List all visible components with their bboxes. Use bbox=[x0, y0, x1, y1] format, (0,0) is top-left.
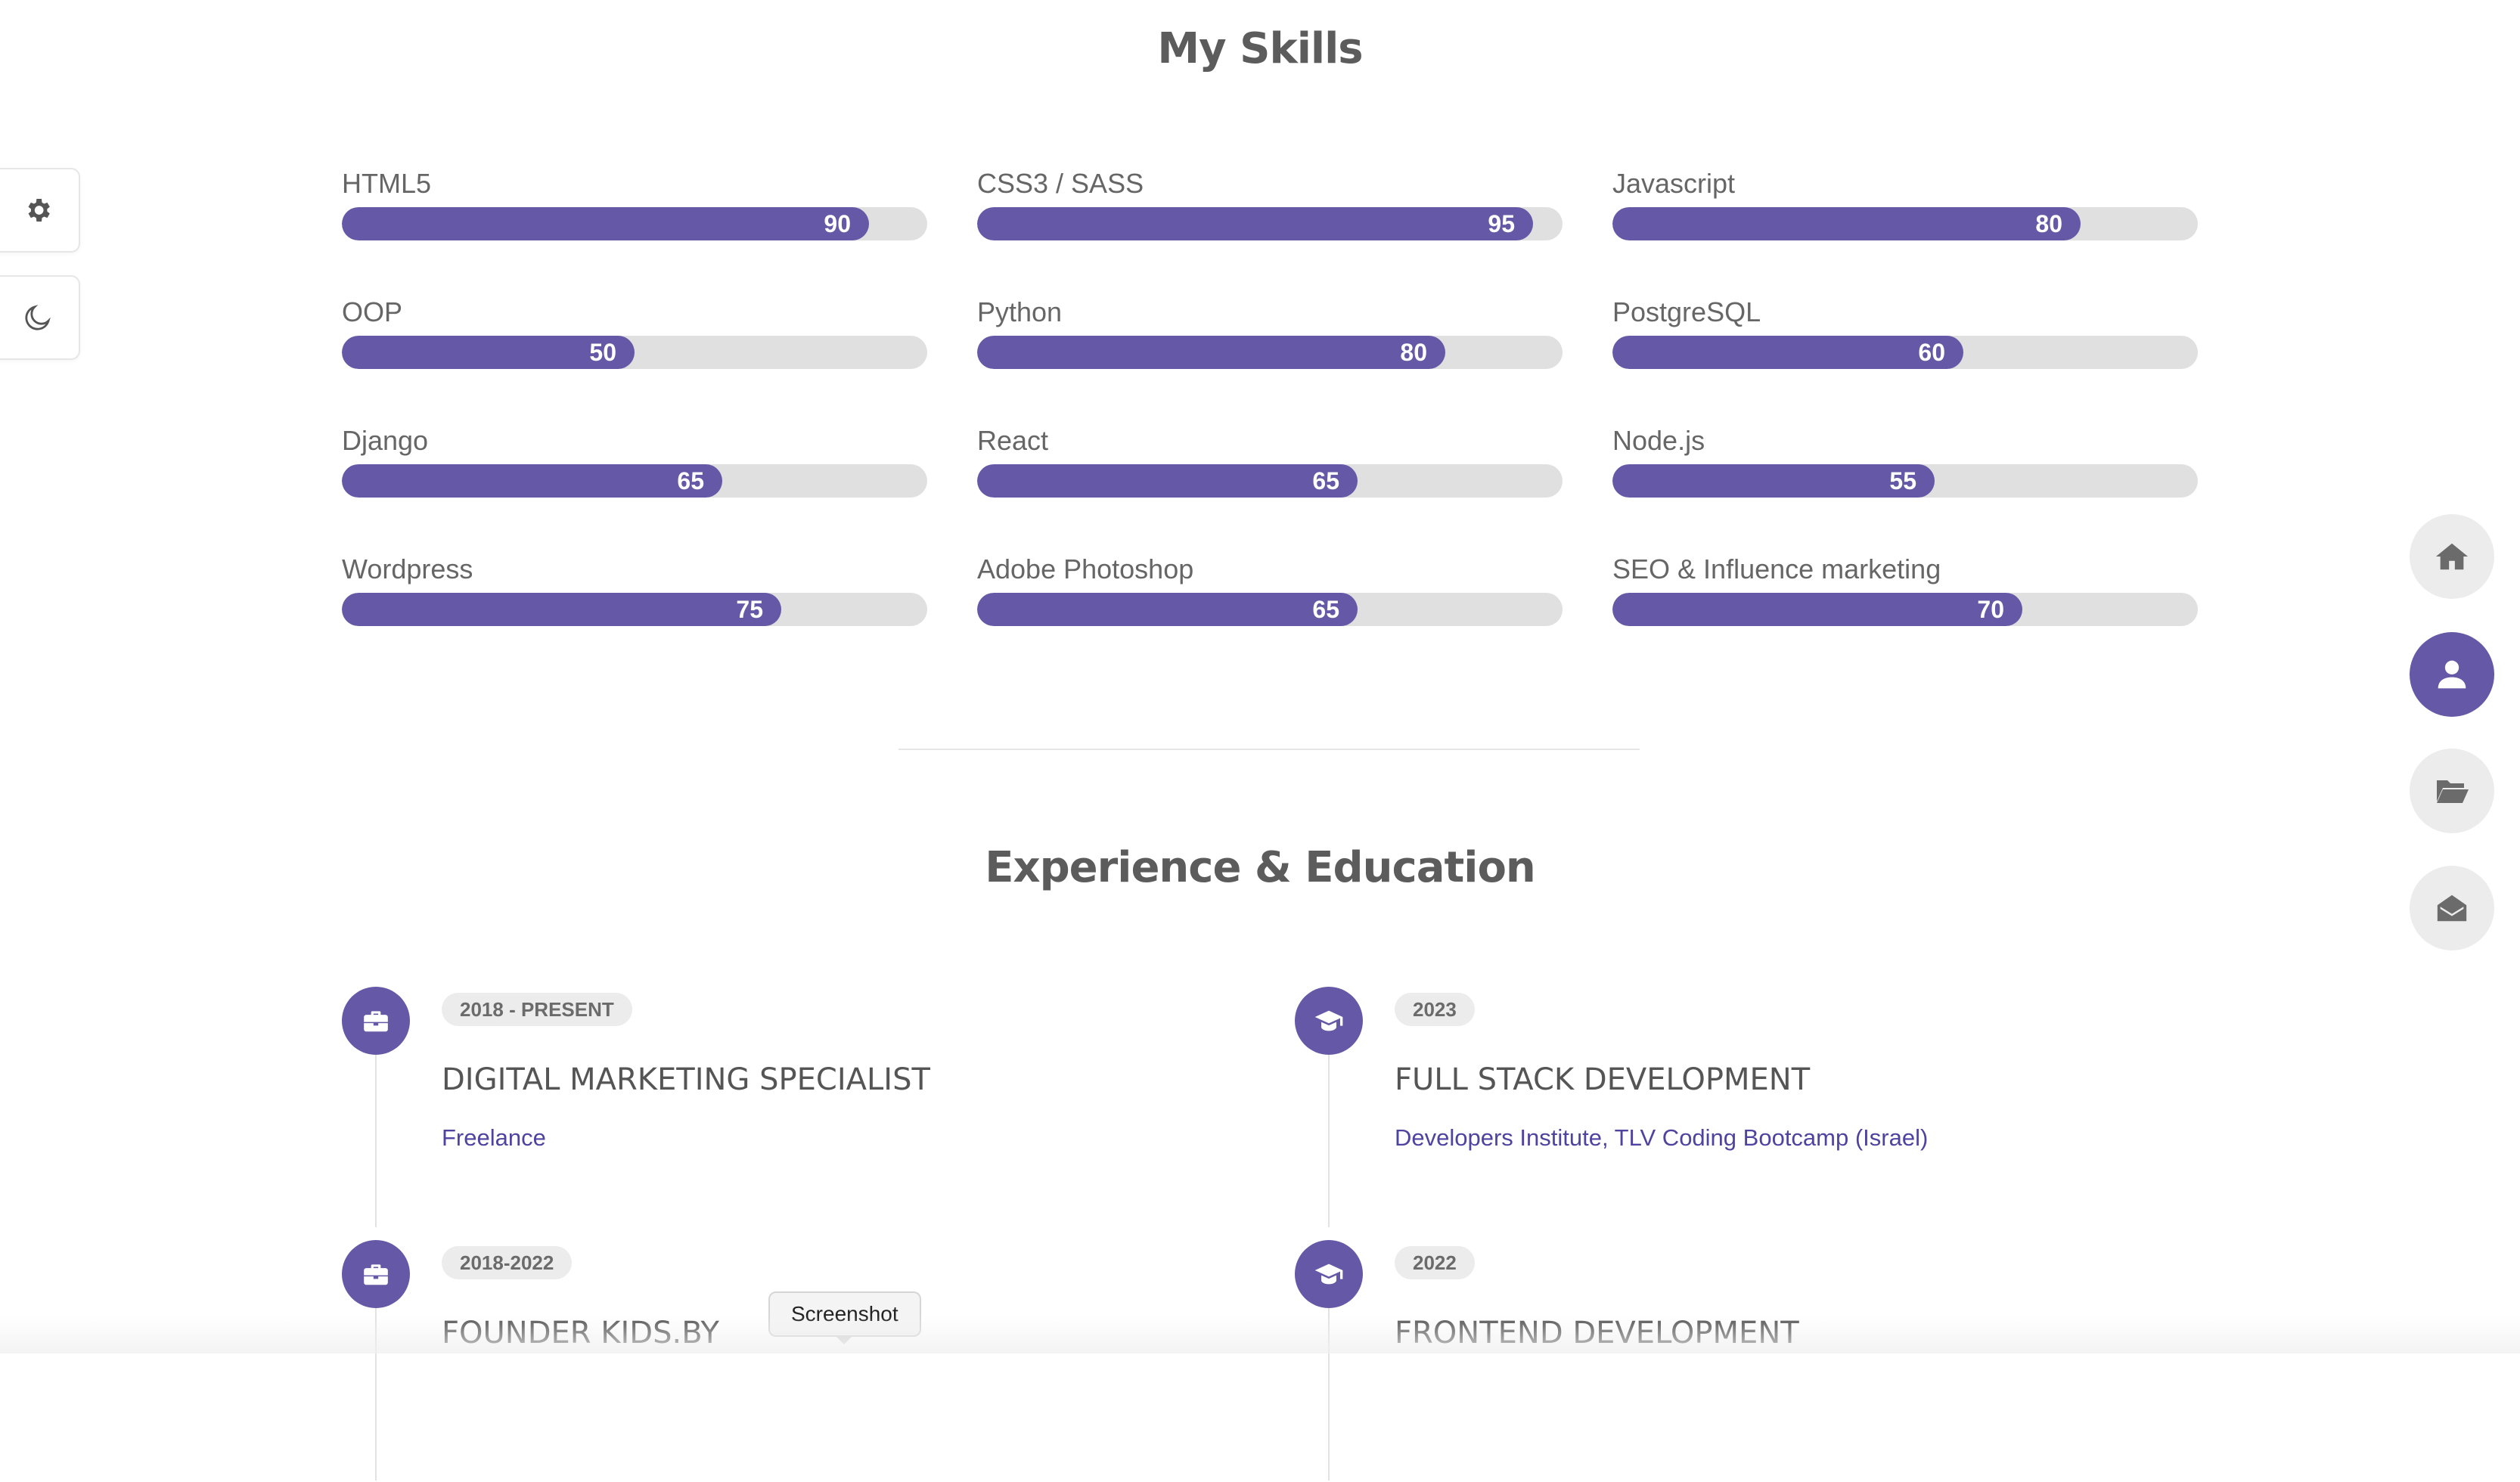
home-icon bbox=[2435, 543, 2469, 570]
skill-progress-track: 65 bbox=[977, 593, 1563, 626]
timeline-period-badge: 2018 - PRESENT bbox=[442, 993, 632, 1026]
skill-name: React bbox=[977, 425, 1049, 456]
skill-progress-fill bbox=[342, 207, 869, 240]
skill-item: PostgreSQL 60 bbox=[1612, 296, 2198, 387]
skill-progress-track: 80 bbox=[1612, 207, 2198, 240]
skill-item: OOP 50 bbox=[342, 296, 927, 387]
skill-item: Wordpress 75 bbox=[342, 553, 927, 644]
skill-progress-fill bbox=[342, 593, 781, 626]
skill-progress-track: 55 bbox=[1612, 464, 2198, 498]
nav-about-button[interactable] bbox=[2410, 632, 2494, 717]
skill-percentage: 80 bbox=[2035, 210, 2062, 237]
skill-progress-fill bbox=[1612, 464, 1935, 498]
skill-name: Django bbox=[342, 425, 429, 456]
settings-button[interactable] bbox=[0, 168, 80, 253]
graduation-cap-icon bbox=[1295, 987, 1363, 1055]
skill-percentage: 80 bbox=[1400, 339, 1427, 366]
graduation-cap-icon bbox=[1295, 1240, 1363, 1308]
timeline-period-badge: 2022 bbox=[1395, 1246, 1475, 1279]
skill-name: SEO & Influence marketing bbox=[1612, 553, 1941, 584]
skill-item: Adobe Photoshop 65 bbox=[977, 553, 1563, 644]
skill-name: Javascript bbox=[1612, 168, 1736, 199]
skill-name: Python bbox=[977, 296, 1063, 327]
skill-name: Adobe Photoshop bbox=[977, 553, 1194, 584]
skill-item: SEO & Influence marketing 70 bbox=[1612, 553, 2198, 644]
timeline-title: DIGITAL MARKETING SPECIALIST bbox=[442, 1062, 930, 1097]
section-divider bbox=[898, 749, 1640, 750]
timeline-period-badge: 2018-2022 bbox=[442, 1246, 573, 1279]
skill-name: OOP bbox=[342, 296, 403, 327]
skill-name: Wordpress bbox=[342, 553, 473, 584]
skill-progress-track: 70 bbox=[1612, 593, 2198, 626]
skills-section-title: My Skills bbox=[1157, 24, 1363, 73]
skill-percentage: 65 bbox=[677, 467, 704, 495]
skill-progress-track: 65 bbox=[342, 464, 927, 498]
nav-portfolio-button[interactable] bbox=[2410, 749, 2494, 833]
skill-percentage: 70 bbox=[1977, 596, 2004, 623]
folder-open-icon bbox=[2437, 780, 2469, 803]
bottom-fade bbox=[0, 1316, 2520, 1353]
skill-progress-track: 75 bbox=[342, 593, 927, 626]
skill-item: Django 65 bbox=[342, 425, 927, 516]
skill-percentage: 50 bbox=[589, 339, 616, 366]
timeline-period-badge: 2023 bbox=[1395, 993, 1475, 1026]
skill-item: Node.js 55 bbox=[1612, 425, 2198, 516]
skill-progress-fill bbox=[977, 593, 1358, 626]
timeline-line bbox=[1328, 1053, 1330, 1227]
skill-progress-fill bbox=[1612, 207, 2081, 240]
user-icon bbox=[2438, 660, 2466, 689]
timeline-line bbox=[375, 1053, 377, 1227]
timeline-item: 2018 - PRESENT DIGITAL MARKETING SPECIALI… bbox=[342, 987, 1212, 1229]
skill-name: CSS3 / SASS bbox=[977, 168, 1144, 199]
nav-home-button[interactable] bbox=[2410, 514, 2494, 599]
envelope-open-icon bbox=[2437, 894, 2467, 922]
skill-progress-fill bbox=[1612, 593, 2022, 626]
theme-toggle-button[interactable] bbox=[0, 275, 80, 360]
skill-progress-track: 80 bbox=[977, 336, 1563, 369]
skill-progress-track: 95 bbox=[977, 207, 1563, 240]
skill-progress-fill bbox=[977, 336, 1445, 369]
skill-progress-track: 50 bbox=[342, 336, 927, 369]
timeline-organization: Freelance bbox=[442, 1124, 546, 1151]
skill-progress-fill bbox=[342, 464, 722, 498]
skill-name: Node.js bbox=[1612, 425, 1705, 456]
skill-percentage: 95 bbox=[1488, 210, 1515, 237]
skill-progress-track: 60 bbox=[1612, 336, 2198, 369]
briefcase-icon bbox=[342, 1240, 410, 1308]
skill-progress-fill bbox=[1612, 336, 1963, 369]
experience-section-title: Experience & Education bbox=[985, 843, 1536, 892]
skill-item: CSS3 / SASS 95 bbox=[977, 168, 1563, 259]
skill-percentage: 65 bbox=[1312, 467, 1339, 495]
briefcase-icon bbox=[342, 987, 410, 1055]
moon-icon bbox=[25, 305, 51, 330]
timeline-organization: Developers Institute, TLV Coding Bootcam… bbox=[1395, 1124, 1929, 1151]
skill-name: PostgreSQL bbox=[1612, 296, 1761, 327]
skill-percentage: 65 bbox=[1312, 596, 1339, 623]
skill-item: React 65 bbox=[977, 425, 1563, 516]
timeline-item: 2023 FULL STACK DEVELOPMENT Developers Ins… bbox=[1295, 987, 2165, 1229]
skill-percentage: 60 bbox=[1918, 339, 1945, 366]
gear-icon bbox=[28, 199, 50, 222]
skill-progress-fill bbox=[977, 207, 1533, 240]
skill-item: Javascript 80 bbox=[1612, 168, 2198, 259]
skill-percentage: 90 bbox=[824, 210, 851, 237]
skill-progress-track: 90 bbox=[342, 207, 927, 240]
timeline-item: 2022FRONTEND DEVELOPMENT bbox=[1295, 1240, 2165, 1482]
skill-item: HTML5 90 bbox=[342, 168, 927, 259]
timeline-item: 2018-2022FOUNDER KIDS.BY bbox=[342, 1240, 1212, 1482]
skill-progress-fill bbox=[977, 464, 1358, 498]
timeline-title: FULL STACK DEVELOPMENT bbox=[1395, 1062, 1811, 1097]
skill-name: HTML5 bbox=[342, 168, 432, 199]
skill-percentage: 75 bbox=[736, 596, 763, 623]
skill-progress-track: 65 bbox=[977, 464, 1563, 498]
skill-item: Python 80 bbox=[977, 296, 1563, 387]
skill-percentage: 55 bbox=[1889, 467, 1916, 495]
